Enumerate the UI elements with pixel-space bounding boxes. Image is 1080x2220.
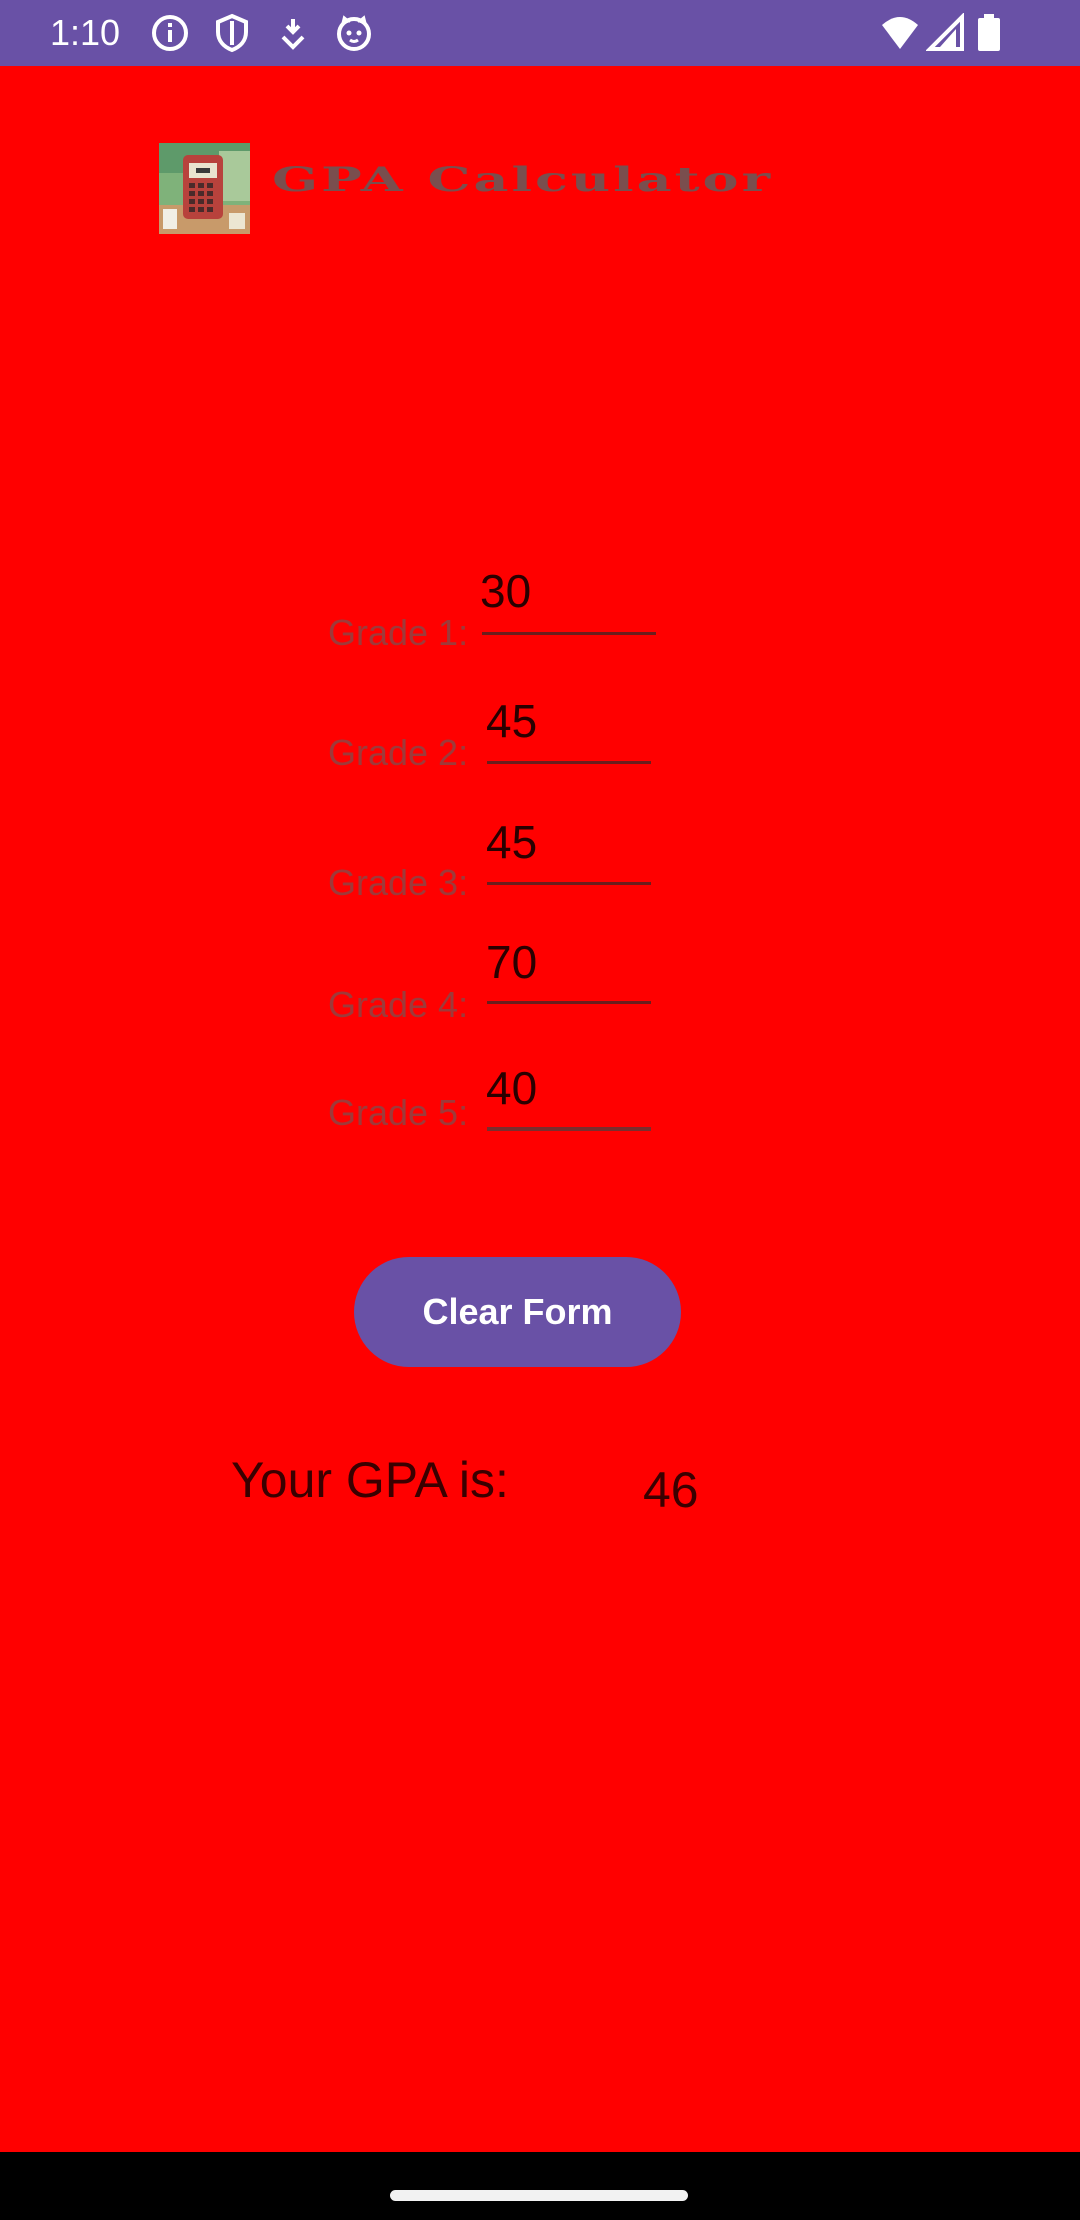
grade-1-underline (482, 632, 656, 635)
grade-5-input[interactable] (484, 1058, 650, 1118)
wifi-icon (880, 13, 920, 53)
app-title: GPA Calculator (272, 159, 774, 199)
grade-3-underline (487, 882, 651, 885)
status-bar: 1:10 (0, 0, 1080, 66)
gpa-result-value: 46 (643, 1462, 699, 1518)
download-icon (273, 13, 313, 53)
grade-2-label: Grade 2: (328, 732, 469, 773)
app-screen: GPA Calculator Grade 1: Grade 2: Grade 3… (0, 66, 1080, 2152)
home-gesture-handle[interactable] (390, 2190, 688, 2201)
gpa-result-label: Your GPA is: (231, 1452, 509, 1508)
status-time: 1:10 (50, 12, 121, 53)
grade-2-input[interactable] (484, 691, 650, 751)
navigation-bar (0, 2152, 1080, 2220)
grade-2-underline (487, 761, 651, 764)
clear-form-button[interactable]: Clear Form (354, 1257, 681, 1367)
grade-4-input[interactable] (484, 932, 650, 992)
battery-icon (974, 13, 1004, 53)
info-icon (150, 13, 190, 53)
signal-icon (926, 13, 966, 53)
grade-5-underline (487, 1127, 651, 1131)
grade-3-input[interactable] (484, 812, 650, 872)
shield-icon (212, 13, 252, 53)
grade-5-label: Grade 5: (328, 1092, 469, 1133)
grade-1-input[interactable] (478, 561, 644, 621)
grade-3-label: Grade 3: (328, 862, 469, 903)
grade-1-label: Grade 1: (328, 612, 469, 653)
grade-4-label: Grade 4: (328, 984, 469, 1025)
cat-face-icon (334, 13, 374, 53)
calculator-logo-icon (159, 143, 250, 234)
grade-4-underline (487, 1001, 651, 1004)
